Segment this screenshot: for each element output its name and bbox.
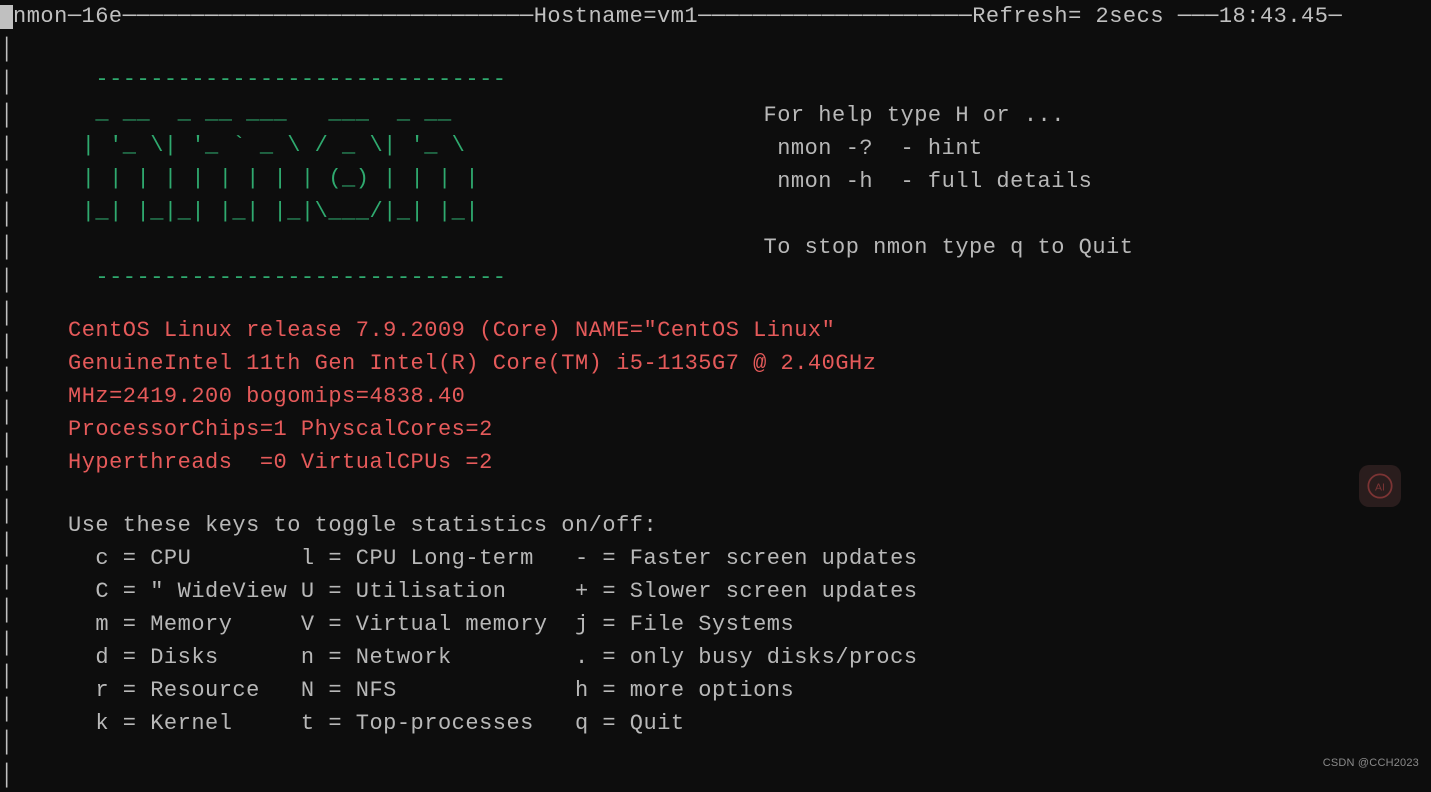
program-version: 16e — [82, 4, 123, 29]
help-line-2: nmon -? - hint — [764, 136, 983, 161]
cpu-model: GenuineIntel 11th Gen Intel(R) Core(TM) … — [68, 351, 876, 376]
key-row: r = Resource N = NFS h = more options — [68, 678, 794, 703]
help-line-3: nmon -h - full details — [764, 169, 1093, 194]
svg-text:AI: AI — [1375, 482, 1385, 494]
help-text: For help type H or ... nmon -? - hint nm… — [764, 99, 1134, 264]
ai-badge-icon: AI — [1359, 465, 1401, 507]
key-row: d = Disks n = Network . = only busy disk… — [68, 645, 918, 670]
key-row: m = Memory V = Virtual memory j = File S… — [68, 612, 794, 637]
watermark-text: CSDN @CCH2023 — [1323, 755, 1419, 772]
program-name: nmon — [13, 4, 68, 29]
hyperthreads: Hyperthreads =0 VirtualCPUs =2 — [68, 450, 493, 475]
left-border: │ │ │ │ │ │ │ │ │ │ │ │ │ │ │ │ │ │ │ │ … — [0, 0, 13, 777]
hostname-label: Hostname= — [534, 4, 657, 29]
refresh-label: Refresh= — [972, 4, 1095, 29]
nmon-logo: ------------------------------ _ __ _ __… — [68, 63, 644, 294]
main-content: ------------------------------ _ __ _ __… — [0, 33, 1431, 740]
refresh-value: 2secs — [1096, 4, 1165, 29]
system-info: CentOS Linux release 7.9.2009 (Core) NAM… — [8, 294, 1431, 479]
key-row: C = " WideView U = Utilisation + = Slowe… — [68, 579, 918, 604]
processor-chips: ProcessorChips=1 PhyscalCores=2 — [68, 417, 493, 442]
header-bar: nmon─16e──────────────────────────────Ho… — [0, 0, 1431, 33]
key-row: k = Kernel t = Top-processes q = Quit — [68, 711, 685, 736]
keys-title: Use these keys to toggle statistics on/o… — [68, 513, 657, 538]
help-line-4: To stop nmon type q to Quit — [764, 235, 1134, 260]
hostname-value: vm1 — [657, 4, 698, 29]
os-release: CentOS Linux release 7.9.2009 (Core) NAM… — [68, 318, 835, 343]
help-line-1: For help type H or ... — [764, 103, 1065, 128]
key-legend: Use these keys to toggle statistics on/o… — [8, 479, 1431, 740]
cpu-mhz: MHz=2419.200 bogomips=4838.40 — [68, 384, 465, 409]
time-value: 18:43.45 — [1219, 4, 1329, 29]
key-row: c = CPU l = CPU Long-term - = Faster scr… — [68, 546, 918, 571]
